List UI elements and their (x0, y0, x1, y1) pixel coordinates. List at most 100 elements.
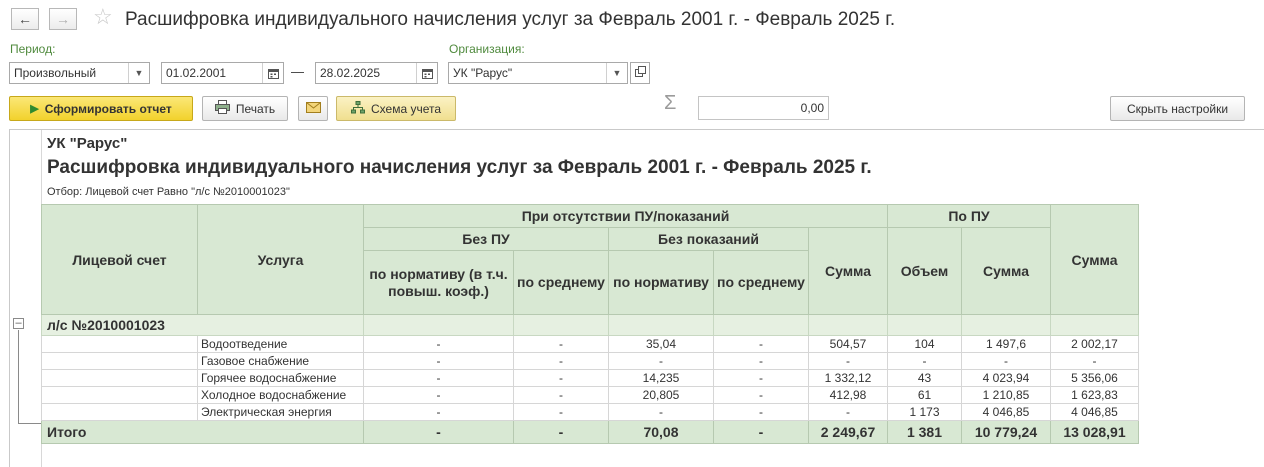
cell-pu-sum: - (961, 352, 1051, 370)
total-volume: 1 381 (887, 420, 962, 444)
cell-sum: 412,98 (808, 386, 888, 404)
send-email-button[interactable] (298, 96, 328, 121)
open-form-icon (634, 66, 646, 80)
scheme-icon (350, 100, 365, 117)
calendar-icon[interactable] (416, 63, 437, 83)
report-title: Расшифровка индивидуального начисления у… (47, 157, 872, 178)
cell-norm: 14,235 (608, 369, 714, 387)
cell-total: 1 623,83 (1050, 386, 1139, 404)
tree-line-horizontal (18, 423, 42, 424)
organization-select[interactable]: УК "Рарус" ▼ (448, 62, 628, 84)
cell-sum: 504,57 (808, 335, 888, 353)
arrow-right-icon: → (56, 11, 70, 27)
col-header-no-pu: Без ПУ (363, 227, 609, 251)
print-label: Печать (235, 101, 276, 116)
col-header-pu-sum: Сумма (961, 227, 1051, 315)
back-button[interactable]: ← (11, 8, 39, 30)
group-row[interactable]: л/с №2010001023 (41, 314, 1139, 336)
play-icon: ▶ (30, 103, 39, 115)
cell-avg: - (513, 386, 609, 404)
total-sum: 2 249,67 (808, 420, 888, 444)
organization-label: Организация: (449, 42, 525, 56)
table-row[interactable]: Электрическая энергия - - - - - 1 173 4 … (41, 403, 1139, 421)
cell-pu-sum: 4 046,85 (961, 403, 1051, 421)
cell-avg: - (513, 369, 609, 387)
cell-avg2: - (713, 369, 809, 387)
cell-norm-coef: - (363, 369, 514, 387)
organization-value: УК "Рарус" (453, 66, 513, 80)
cell-volume: 61 (887, 386, 962, 404)
open-organization-button[interactable] (630, 62, 650, 84)
cell-volume: - (887, 352, 962, 370)
date-separator: — (291, 64, 304, 79)
forward-button[interactable]: → (49, 8, 77, 30)
table-row[interactable]: Газовое снабжение - - - - - - - - (41, 352, 1139, 370)
total-grand: 13 028,91 (1050, 420, 1139, 444)
printer-icon (214, 100, 230, 117)
cell-total: 5 356,06 (1050, 369, 1139, 387)
total-norm-coef: - (363, 420, 514, 444)
cell-service: Холодное водоснабжение (197, 386, 364, 404)
report-filter: Отбор: Лицевой счет Равно "л/с №20100010… (47, 186, 290, 198)
cell-total: 2 002,17 (1050, 335, 1139, 353)
cell-pu-sum: 4 023,94 (961, 369, 1051, 387)
cell-volume: 1 173 (887, 403, 962, 421)
hide-settings-button[interactable]: Скрыть настройки (1110, 96, 1245, 121)
total-avg: - (513, 420, 609, 444)
col-header-account: Лицевой счет (41, 204, 198, 315)
col-header-total-sum: Сумма (1050, 204, 1139, 315)
cell-norm-coef: - (363, 386, 514, 404)
calendar-icon[interactable] (262, 63, 283, 83)
date-to-value: 28.02.2025 (320, 66, 381, 80)
table-row[interactable]: Горячее водоснабжение - - 14,235 - 1 332… (41, 369, 1139, 387)
col-header-volume: Объем (887, 227, 962, 315)
total-norm: 70,08 (608, 420, 714, 444)
collapse-group-toggle[interactable]: – (13, 318, 24, 329)
cell-service: Горячее водоснабжение (197, 369, 364, 387)
cell-norm: 35,04 (608, 335, 714, 353)
cell-service: Электрическая энергия (197, 403, 364, 421)
cell-pu-sum: 1 210,85 (961, 386, 1051, 404)
cell-sum: 1 332,12 (808, 369, 888, 387)
cell-avg2: - (713, 352, 809, 370)
accounting-scheme-button[interactable]: Схема учета (336, 96, 456, 121)
cell-sum: - (808, 352, 888, 370)
cell-volume: 104 (887, 335, 962, 353)
cell-service: Газовое снабжение (197, 352, 364, 370)
generate-report-button[interactable]: ▶ Сформировать отчет (9, 96, 193, 121)
cell-total: 4 046,85 (1050, 403, 1139, 421)
window-title: Расшифровка индивидуального начисления у… (125, 9, 896, 30)
total-row[interactable]: Итого - - 70,08 - 2 249,67 1 381 10 779,… (41, 420, 1139, 444)
cell-norm-coef: - (363, 335, 514, 353)
date-from-field[interactable]: 01.02.2001 (161, 62, 284, 84)
col-header-service: Услуга (197, 204, 364, 315)
accounting-scheme-label: Схема учета (370, 101, 442, 116)
col-header-norm-coef: по нормативу (в т.ч. повыш. коэф.) (363, 250, 514, 315)
favorite-star-icon[interactable]: ☆ (93, 6, 113, 28)
total-label: Итого (41, 420, 364, 444)
date-to-field[interactable]: 28.02.2025 (315, 62, 438, 84)
col-header-avg2: по среднему (713, 250, 809, 315)
total-avg2: - (713, 420, 809, 444)
date-from-value: 01.02.2001 (166, 66, 227, 80)
col-header-norm: по нормативу (608, 250, 714, 315)
col-header-by-pu: По ПУ (887, 204, 1051, 228)
period-type-select[interactable]: Произвольный ▼ (9, 62, 150, 84)
table-row[interactable]: Холодное водоснабжение - - 20,805 - 412,… (41, 386, 1139, 404)
cell-avg2: - (713, 403, 809, 421)
total-pu-sum: 10 779,24 (961, 420, 1051, 444)
cell-norm-coef: - (363, 403, 514, 421)
report-organization: УК "Рарус" (47, 135, 128, 152)
minus-icon: – (15, 317, 22, 329)
cell-service: Водоотведение (197, 335, 364, 353)
print-button[interactable]: Печать (202, 96, 288, 121)
chevron-down-icon[interactable]: ▼ (128, 63, 149, 83)
selection-sum-field: 0,00 (698, 96, 829, 120)
col-header-avg: по среднему (513, 250, 609, 315)
cell-avg: - (513, 335, 609, 353)
envelope-icon (305, 101, 321, 116)
chevron-down-icon[interactable]: ▼ (606, 63, 627, 83)
col-header-no-meters: При отсутствии ПУ/показаний (363, 204, 888, 228)
table-row[interactable]: Водоотведение - - 35,04 - 504,57 104 1 4… (41, 335, 1139, 353)
cell-total: - (1050, 352, 1139, 370)
